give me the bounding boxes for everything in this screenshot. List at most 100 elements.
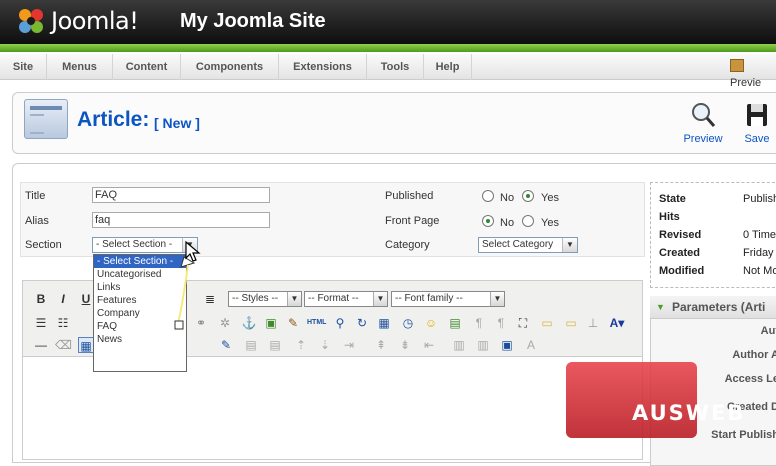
title-label: Title [25, 190, 46, 202]
chevron-down-icon[interactable]: ▼ [490, 292, 504, 306]
category-select-value: Select Category [482, 239, 554, 250]
style-props-icon[interactable]: A [523, 337, 539, 353]
numbered-list-icon[interactable]: ☷ [55, 315, 71, 331]
format-select[interactable]: -- Format -- ▼ [304, 291, 388, 307]
frontpage-yes-label: Yes [541, 217, 559, 229]
published-no-radio[interactable] [482, 190, 494, 202]
watermark-text: AUSWEB [632, 401, 746, 425]
styles-select[interactable]: -- Styles -- ▼ [228, 291, 302, 307]
chevron-down-icon[interactable]: ▼ [287, 292, 301, 306]
layer-icon[interactable]: ▭ [539, 315, 555, 331]
category-label: Category [385, 239, 430, 251]
watermark-badge [566, 362, 697, 438]
param-label: Access Le [724, 373, 776, 385]
preview-label: Preview [683, 133, 723, 145]
save-button[interactable]: Save [733, 101, 776, 145]
callout-line-icon [174, 256, 196, 330]
menu-components[interactable]: Components [181, 54, 279, 80]
param-label: Start Publish [711, 429, 776, 441]
frontpage-label: Front Page [385, 215, 440, 227]
row-after-icon[interactable]: ⇣ [317, 337, 333, 353]
menu-site[interactable]: Site [0, 54, 47, 80]
visual-aid-icon[interactable]: ▣ [499, 337, 515, 353]
row-before-icon[interactable]: ⇡ [293, 337, 309, 353]
frontpage-yes-radio[interactable] [522, 215, 534, 227]
top-preview-link[interactable]: Previe [730, 59, 776, 89]
chevron-down-icon[interactable]: ▼ [373, 292, 387, 306]
preview-page-icon [730, 59, 744, 72]
mouse-pointer-icon [185, 240, 201, 262]
font-family-select[interactable]: -- Font family -- ▼ [391, 291, 505, 307]
modified-label: Modified [659, 265, 705, 277]
menu-tools[interactable]: Tools [367, 54, 424, 80]
section-select-value: - Select Section - [96, 239, 173, 250]
row-props-icon[interactable]: ▤ [243, 337, 259, 353]
revised-value: 0 Time [743, 229, 776, 241]
bullet-list-icon[interactable]: ☰ [33, 315, 49, 331]
menu-menus[interactable]: Menus [47, 54, 113, 80]
rtl-icon[interactable]: ¶ [493, 315, 509, 331]
menu-content[interactable]: Content [113, 54, 181, 80]
category-select[interactable]: Select Category ▼ [478, 237, 578, 253]
text-color-icon[interactable]: A▾ [609, 315, 625, 331]
menu-extensions[interactable]: Extensions [279, 54, 367, 80]
title-input[interactable]: FAQ [92, 187, 270, 203]
cleanup-brush-icon[interactable]: ✎ [285, 315, 301, 331]
parameters-header[interactable]: Parameters (Arti [650, 296, 776, 319]
italic-button[interactable]: I [55, 291, 71, 307]
delete-row-icon[interactable]: ⇥ [341, 337, 357, 353]
font-family-select-value: -- Font family -- [395, 293, 463, 304]
published-label: Published [385, 190, 434, 202]
magnifier-icon [692, 103, 716, 127]
layer-back-icon[interactable]: ▭ [563, 315, 579, 331]
eraser-icon[interactable]: ⌫ [55, 337, 72, 353]
merge-cells-icon[interactable]: ▥ [475, 337, 491, 353]
state-value: Publish [743, 193, 776, 205]
underline-button[interactable]: U [78, 291, 94, 307]
frontpage-no-radio[interactable] [482, 215, 494, 227]
top-preview-label: Previe [730, 77, 762, 89]
revised-label: Revised [659, 229, 702, 241]
modified-value: Not Mo [743, 265, 776, 277]
save-label: Save [744, 133, 770, 145]
param-label: Author A [732, 349, 776, 361]
justify-full-icon[interactable]: ≣ [202, 291, 218, 307]
insert-time-icon[interactable]: ◷ [400, 315, 416, 331]
edit-icon[interactable]: ✎ [218, 337, 234, 353]
preview-button[interactable]: Preview [679, 101, 727, 145]
find-icon[interactable]: ⚲ [332, 315, 348, 331]
anchor-icon[interactable]: ⚓ [241, 315, 257, 331]
insert-date-icon[interactable]: ▦ [376, 315, 392, 331]
page-title: Article: [77, 108, 150, 131]
alias-input[interactable]: faq [92, 212, 270, 228]
chevron-down-icon[interactable]: ▼ [562, 238, 577, 252]
article-icon [24, 99, 68, 139]
replace-icon[interactable]: ↻ [354, 315, 370, 331]
delete-col-icon[interactable]: ⇤ [421, 337, 437, 353]
ltr-icon[interactable]: ¶ [471, 315, 487, 331]
emotions-icon[interactable]: ☺ [423, 315, 439, 331]
absolute-icon[interactable]: ⊥ [585, 315, 601, 331]
cell-props-icon[interactable]: ▤ [267, 337, 283, 353]
bold-button[interactable]: B [33, 291, 49, 307]
col-after-icon[interactable]: ⇟ [397, 337, 413, 353]
frontpage-no-label: No [500, 217, 515, 229]
menu-help[interactable]: Help [424, 54, 472, 80]
published-yes-label: Yes [541, 192, 559, 204]
table-icon[interactable]: ▦ [78, 337, 94, 353]
joomla-logo-icon [19, 9, 43, 33]
hits-label: Hits [659, 211, 680, 223]
col-before-icon[interactable]: ⇞ [373, 337, 389, 353]
media-icon[interactable]: ▤ [447, 315, 463, 331]
hr-icon[interactable]: — [33, 337, 49, 353]
published-no-label: No [500, 192, 515, 204]
html-icon[interactable]: HTML [307, 315, 326, 331]
info-panel: State Publish Hits Revised 0 Time Create… [650, 182, 776, 288]
split-cells-icon[interactable]: ▥ [451, 337, 467, 353]
cleanup-icon[interactable]: ✲ [217, 315, 233, 331]
site-name: My Joomla Site [180, 10, 326, 32]
section-label: Section [25, 239, 62, 251]
fullscreen-icon[interactable]: ⛶ [515, 315, 531, 331]
image-icon[interactable]: ▣ [263, 315, 279, 331]
published-yes-radio[interactable] [522, 190, 534, 202]
